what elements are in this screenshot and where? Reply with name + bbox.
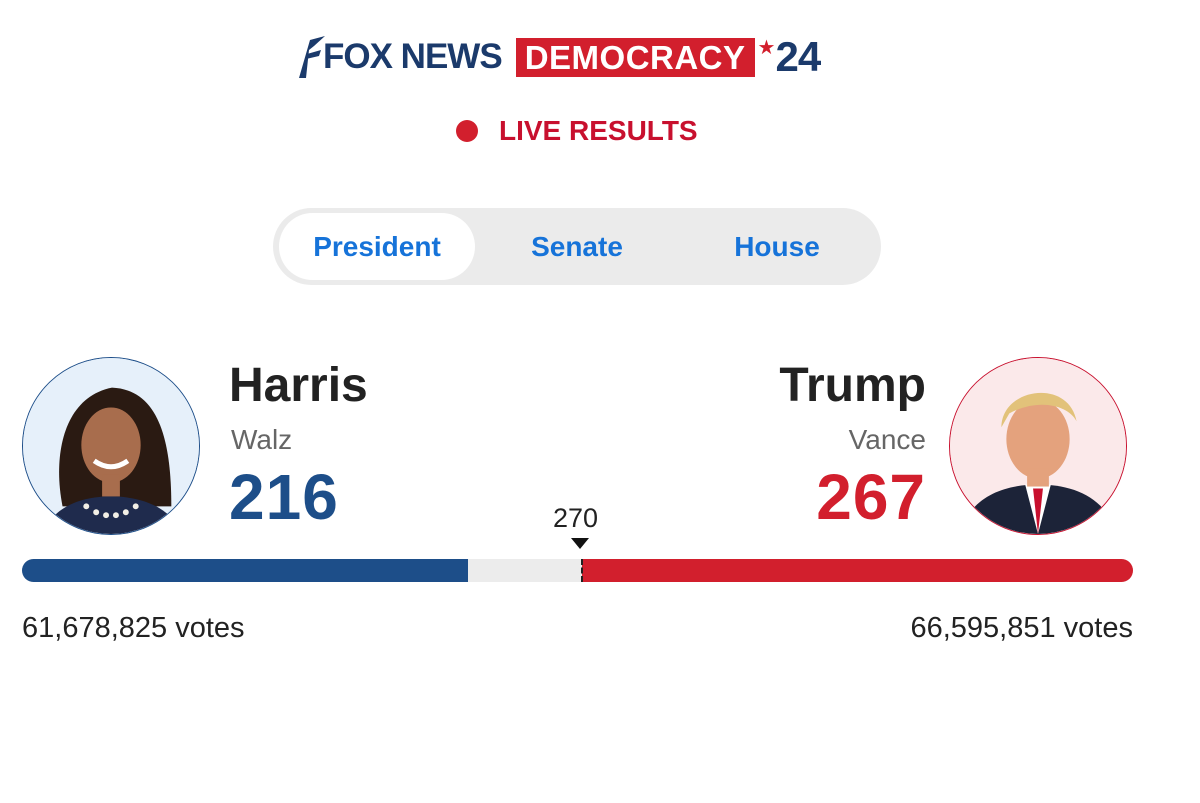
year-wordmark: 24 [775, 33, 821, 80]
electoral-votes-harris: 216 [229, 461, 339, 533]
harris-avatar [22, 357, 200, 535]
fox-news-democracy-24-logo: FOX NEWS DEMOCRACY ★ 24 [297, 33, 821, 80]
threshold-label: 270 [553, 503, 599, 533]
democracy-wordmark: DEMOCRACY [515, 37, 755, 77]
threshold-marker [580, 559, 583, 582]
running-mate-vance: Vance [848, 424, 926, 455]
candidate-name-trump: Trump [779, 359, 926, 412]
harris-portrait-icon [23, 358, 199, 534]
tab-senate[interactable]: Senate [477, 213, 677, 280]
star-icon: ★ [757, 37, 776, 59]
fox-slash-icon [299, 36, 325, 78]
live-results-indicator: LIVE RESULTS [456, 115, 698, 147]
fox-news-wordmark: FOX NEWS [323, 37, 503, 76]
trump-electoral-bar [581, 559, 1133, 582]
popular-votes-trump: 66,595,851 votes [910, 612, 1133, 644]
trump-portrait-icon [950, 358, 1126, 534]
harris-electoral-bar [22, 559, 469, 582]
running-mate-walz: Walz [231, 424, 293, 455]
live-dot-icon [456, 120, 478, 142]
electoral-progress-bar [22, 559, 1133, 582]
fox-news-logo: FOX NEWS [297, 36, 503, 78]
tab-president[interactable]: President [279, 213, 475, 280]
electoral-votes-trump: 267 [816, 461, 926, 533]
popular-votes-harris: 61,678,825 votes [22, 612, 245, 644]
live-results-label: LIVE RESULTS [499, 115, 698, 146]
trump-avatar [949, 357, 1127, 535]
candidate-name-harris: Harris [229, 359, 368, 412]
threshold-arrow-icon [571, 538, 589, 549]
tab-house[interactable]: House [677, 213, 877, 280]
race-tabs: President Senate House [273, 208, 881, 285]
